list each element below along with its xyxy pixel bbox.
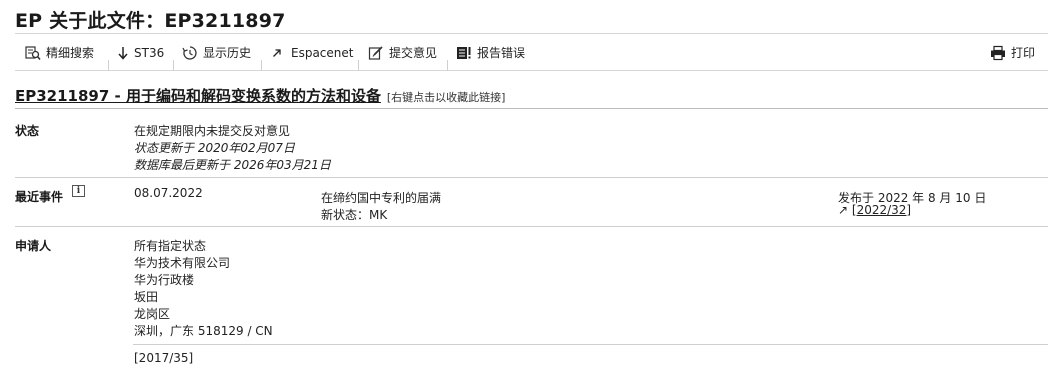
page-title: EP 关于此文件：EP3211897 (15, 10, 286, 32)
report-list-icon (456, 45, 472, 61)
applicant-address-line: 坂田 (134, 290, 159, 304)
espacenet-link[interactable]: Espacenet (271, 34, 353, 71)
applicant-designation: 所有指定状态 (134, 239, 207, 253)
history-icon (182, 45, 198, 61)
toolbar: 精细搜索 ST36 显示历史 Espacenet 提交意见 报告错误 打印 (15, 33, 1048, 71)
applicant-name: 华为技术有限公司 (134, 256, 231, 270)
bulletin-link[interactable]: ↗ [2022/32] (838, 203, 911, 217)
applicant-address-line: 龙岗区 (134, 307, 171, 321)
section-divider (15, 226, 1048, 227)
toolbar-divider (358, 60, 359, 71)
external-arrow-icon: ↗ (838, 203, 849, 217)
printer-icon (990, 45, 1006, 61)
toolbar-divider (108, 60, 109, 71)
toolbar-divider (447, 60, 448, 71)
toolbar-divider (173, 60, 174, 71)
submit-observations-button[interactable]: 提交意见 (368, 34, 437, 71)
st36-button[interactable]: ST36 (117, 34, 164, 71)
bookmark-hint: [右键点击以收藏此链接] (386, 91, 506, 104)
applicant-address-line: 华为行政楼 (134, 273, 195, 287)
refine-search-button[interactable]: 精细搜索 (25, 34, 94, 71)
status-text: 在规定期限内未提交反对意见 (134, 124, 291, 138)
show-history-button[interactable]: 显示历史 (182, 34, 251, 71)
info-icon[interactable]: i (72, 185, 85, 197)
section-divider (15, 177, 1048, 178)
inner-divider (133, 344, 1048, 345)
status-updated: 状态更新于 2020年02月07日 (134, 141, 295, 155)
event-new-status: 新状态：MK (321, 208, 388, 222)
submit-observations-label: 提交意见 (389, 46, 438, 60)
espacenet-label: Espacenet (291, 45, 354, 60)
external-arrow-icon (271, 45, 283, 61)
bulletin-link-text: [2022/32] (851, 203, 912, 217)
recent-event-label: 最近事件 (15, 190, 64, 204)
report-error-label: 报告错误 (477, 46, 526, 60)
title-divider (15, 108, 1048, 109)
database-updated: 数据库最后更新于 2026年03月21日 (134, 158, 331, 172)
applicant-label: 申请人 (15, 239, 52, 253)
event-description: 在缔约国中专利的届满 (321, 191, 442, 205)
applicant-bulletin: [2017/35] (134, 351, 194, 365)
download-arrow-icon (117, 45, 129, 61)
toolbar-divider (261, 60, 262, 71)
print-button[interactable]: 打印 (990, 34, 1035, 71)
document-title-link[interactable]: EP3211897 - 用于编码和解码变换系数的方法和设备 (15, 87, 381, 105)
report-error-button[interactable]: 报告错误 (456, 34, 525, 71)
print-label: 打印 (1011, 46, 1036, 60)
applicant-address-line: 深圳，广东 518129 / CN (134, 324, 273, 338)
magnifier-list-icon (25, 45, 41, 61)
edit-document-icon (368, 45, 384, 61)
show-history-label: 显示历史 (203, 46, 252, 60)
document-title-line: EP3211897 - 用于编码和解码变换系数的方法和设备 [右键点击以收藏此链… (15, 85, 505, 106)
st36-label: ST36 (134, 45, 165, 60)
refine-search-label: 精细搜索 (46, 46, 95, 60)
event-date: 08.07.2022 (134, 186, 203, 200)
status-label: 状态 (15, 124, 40, 138)
